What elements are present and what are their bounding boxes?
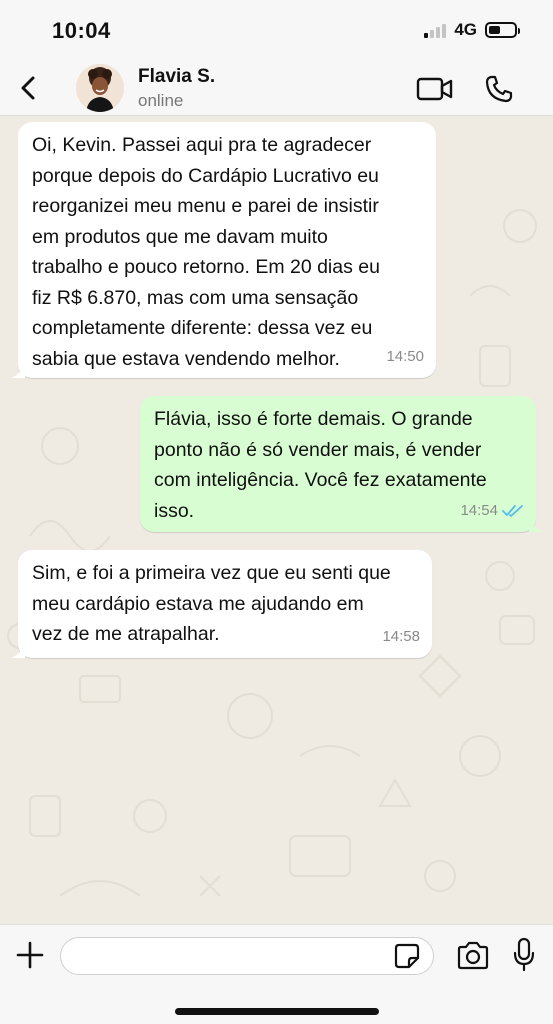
microphone-icon [513, 937, 535, 972]
signal-bars-icon [424, 22, 447, 38]
message-meta: 14:54 [460, 496, 524, 527]
voice-call-button[interactable] [484, 74, 514, 104]
message-bubble-outgoing[interactable]: Flávia, isso é forte demais. O grande po… [140, 396, 543, 532]
chevron-left-icon [21, 76, 35, 100]
message-input[interactable] [60, 937, 434, 975]
message-meta: 14:58 [382, 622, 420, 653]
message-input-bar [0, 924, 553, 1024]
battery-fill [489, 26, 500, 34]
bubble-tail [529, 518, 543, 532]
message-meta: 14:50 [386, 342, 424, 373]
camera-icon [457, 941, 489, 970]
camera-button[interactable] [456, 941, 490, 971]
network-label: 4G [454, 20, 477, 39]
status-bar: 10:04 4G [0, 0, 553, 60]
bubble-tail [11, 364, 25, 378]
chat-header: Flavia S. online [0, 60, 553, 116]
message-text: Oi, Kevin. Passei aqui pra te agradecer … [32, 134, 380, 370]
video-call-button[interactable] [416, 76, 454, 102]
message-time: 14:54 [460, 501, 498, 519]
message-time: 14:58 [382, 627, 420, 645]
message-bubble-incoming[interactable]: Sim, e foi a primeira vez que eu senti q… [11, 550, 432, 658]
home-indicator[interactable] [175, 1008, 379, 1015]
bubble-tail [11, 644, 25, 658]
attach-button[interactable] [14, 939, 46, 971]
contact-photo [76, 64, 124, 112]
chat-area[interactable]: Oi, Kevin. Passei aqui pra te agradecer … [0, 116, 553, 924]
phone-icon [485, 75, 513, 103]
status-indicators: 4G [424, 20, 520, 40]
avatar[interactable] [76, 64, 124, 112]
message-time: 14:50 [386, 347, 424, 365]
sticker-button[interactable] [394, 943, 420, 969]
contact-status: online [138, 91, 184, 110]
microphone-button[interactable] [512, 937, 536, 973]
message-bubble-incoming[interactable]: Oi, Kevin. Passei aqui pra te agradecer … [11, 122, 436, 378]
double-check-icon [502, 504, 523, 517]
plus-icon [16, 941, 44, 969]
video-camera-icon [416, 77, 453, 101]
back-button[interactable] [14, 72, 44, 104]
message-text: Sim, e foi a primeira vez que eu senti q… [32, 562, 391, 645]
sticker-icon [394, 943, 420, 969]
battery-icon [485, 22, 520, 38]
status-time: 10:04 [52, 18, 111, 43]
contact-name[interactable]: Flavia S. [138, 66, 215, 88]
